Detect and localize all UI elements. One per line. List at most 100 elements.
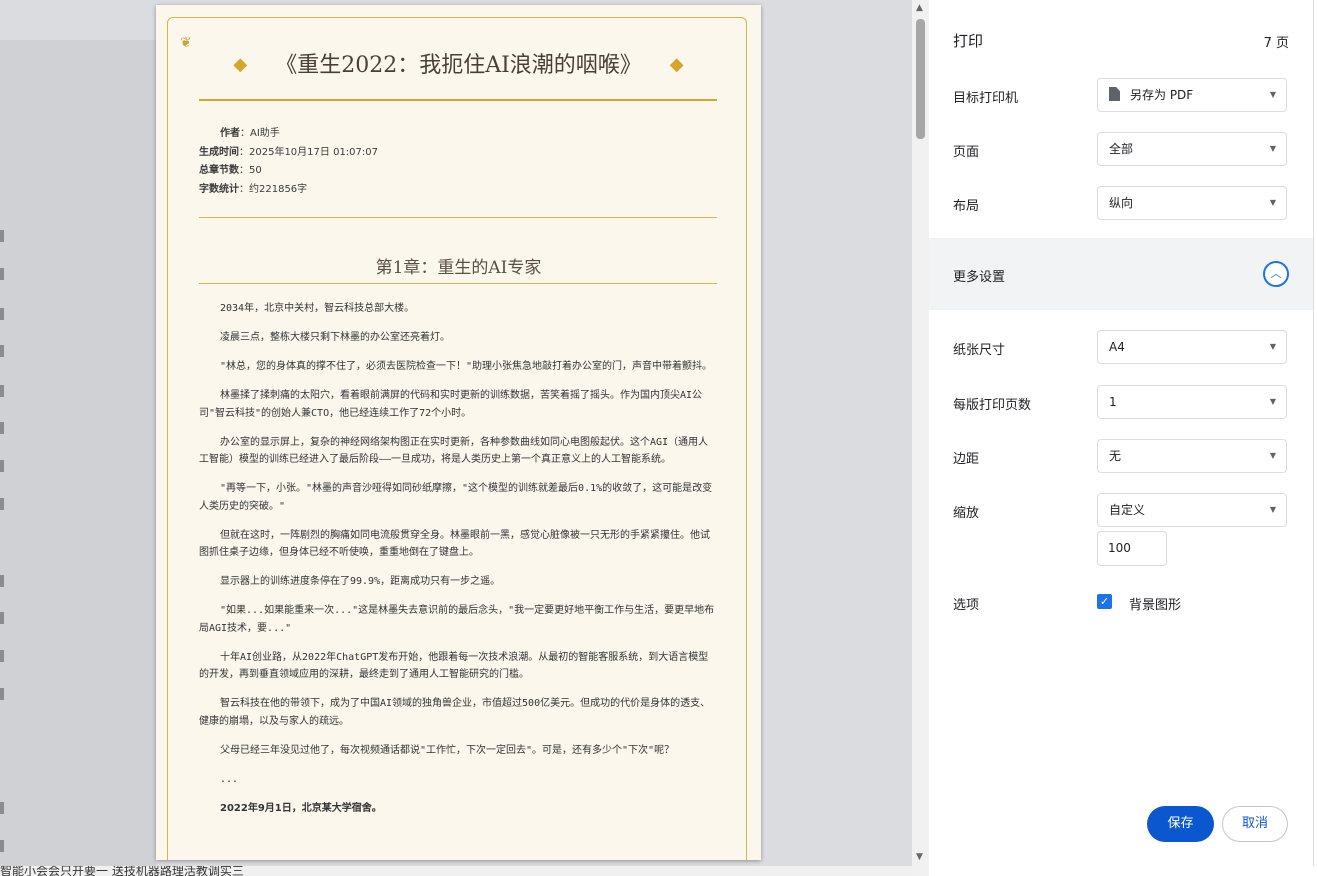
options-label: 选项 — [953, 598, 980, 613]
layout-value: 纵向 — [1109, 196, 1134, 210]
chapter-divider — [199, 283, 717, 284]
meta-value: 2025年10月17日 01:07:07 — [249, 146, 378, 158]
pages-label: 页面 — [953, 145, 980, 160]
meta-key: 生成时间 — [199, 146, 239, 158]
meta-value: AI助手 — [250, 128, 280, 139]
paragraph: ... — [220, 773, 239, 785]
meta-separator: ： — [239, 165, 249, 176]
scale-value: 自定义 — [1109, 503, 1146, 517]
preview-scrollbar[interactable]: ▲ ▼ — [912, 0, 929, 876]
destination-label: 目标打印机 — [953, 91, 1019, 106]
chevron-down-icon: ▼ — [1269, 505, 1276, 514]
meta-separator: ： — [239, 146, 249, 158]
chevron-down-icon: ▼ — [1269, 397, 1276, 406]
title-divider — [199, 99, 717, 101]
chevron-down-icon: ▼ — [1269, 90, 1276, 99]
edge-mark — [0, 230, 4, 242]
paper-size-value: A4 — [1109, 340, 1125, 354]
meta-row: 生成时间：2025年10月17日 01:07:07 — [199, 144, 378, 163]
destination-value: 另存为 PDF — [1130, 88, 1194, 102]
meta-value: 50 — [249, 165, 262, 176]
edge-mark — [0, 268, 4, 280]
layout-label: 布局 — [953, 199, 980, 214]
scroll-thumb[interactable] — [916, 19, 925, 139]
pages-select[interactable]: 全部 ▼ — [1097, 132, 1287, 166]
paragraph: 林墨揉了揉刺痛的太阳穴，看着眼前满屏的代码和实时更新的训练数据，苦笑着摇了摇头。… — [199, 390, 703, 419]
meta-key: 总章节数 — [199, 165, 239, 176]
page-count: 7 页 — [1263, 36, 1289, 51]
underlying-page-text: 智能小会会只开要一 送技机器路理活教调实三 — [0, 866, 912, 876]
cancel-button[interactable]: 取消 — [1222, 806, 1288, 842]
margins-label: 边距 — [953, 452, 980, 467]
pages-per-sheet-select[interactable]: 1 ▼ — [1097, 385, 1287, 419]
destination-select[interactable]: 另存为 PDF ▼ — [1097, 78, 1287, 112]
scroll-up-icon[interactable]: ▲ — [916, 3, 923, 13]
diamond-icon: ◆ — [233, 54, 248, 75]
meta-row: 字数统计：约221856字 — [199, 181, 378, 200]
edge-mark — [0, 498, 4, 510]
meta-divider — [199, 217, 717, 218]
paragraph: 办公室的显示屏上，复杂的神经网络架构图正在实时更新，各种参数曲线如同心电图般起伏… — [199, 436, 709, 466]
scene-heading: 2022年9月1日，北京某大学宿舍。 — [220, 802, 382, 814]
document-title: ◆ 《重生2022：我扼住AI浪潮的咽喉》 ◆ — [156, 47, 761, 79]
more-settings-toggle[interactable]: 更多设置 ︿ — [929, 238, 1313, 310]
paper-size-select[interactable]: A4 ▼ — [1097, 330, 1287, 364]
pages-value: 全部 — [1109, 142, 1134, 156]
meta-row: 作者：AI助手 — [199, 125, 378, 144]
edge-mark — [0, 650, 4, 662]
layout-select[interactable]: 纵向 ▼ — [1097, 186, 1287, 220]
document-title-text: 《重生2022：我扼住AI浪潮的咽喉》 — [275, 53, 642, 78]
edge-mark — [0, 385, 4, 397]
meta-key: 作者 — [220, 128, 240, 139]
save-button[interactable]: 保存 — [1147, 806, 1214, 842]
edge-mark — [0, 422, 4, 434]
margins-select[interactable]: 无 ▼ — [1097, 439, 1287, 473]
chevron-down-icon: ▼ — [1269, 451, 1276, 460]
scale-label: 缩放 — [953, 506, 980, 521]
paragraph: 显示器上的训练进度条停在了99.9%，距离成功只有一步之遥。 — [220, 576, 501, 587]
print-settings-panel: 打印 7 页 目标打印机 另存为 PDF ▼ 页面 全部 ▼ 布局 纵向 ▼ 更… — [929, 0, 1314, 866]
margins-value: 无 — [1109, 449, 1122, 463]
paragraph: 智云科技在他的带领下，成为了中国AI领域的独角兽企业，市值超过500亿美元。但成… — [199, 698, 711, 727]
meta-separator: ： — [239, 183, 249, 195]
scale-select[interactable]: 自定义 ▼ — [1097, 493, 1287, 527]
panel-title: 打印 — [953, 32, 984, 50]
paragraph: 十年AI创业路，从2022年ChatGPT发布开始，他跟着每一次技术浪潮。从最初… — [199, 651, 709, 681]
pages-per-sheet-label: 每版打印页数 — [953, 398, 1032, 413]
edge-mark — [0, 345, 4, 357]
edge-mark — [0, 308, 4, 320]
diamond-icon: ◆ — [669, 54, 684, 75]
print-preview-page: ❦ ◆ 《重生2022：我扼住AI浪潮的咽喉》 ◆ 作者：AI助手 生成时间：2025… — [156, 5, 761, 860]
pages-per-sheet-value: 1 — [1109, 395, 1117, 409]
meta-value: 约221856字 — [249, 183, 308, 195]
edge-mark — [0, 460, 4, 472]
paragraph: "如果...如果能重来一次..."这是林墨失去意识前的最后念头，"我一定要更好地… — [199, 605, 715, 634]
document-meta: 作者：AI助手 生成时间：2025年10月17日 01:07:07 总章节数：50 字… — [199, 125, 378, 199]
background-graphics-label[interactable]: 背景图形 — [1129, 594, 1181, 613]
chapter-body: 2034年，北京中关村，智云科技总部大楼。凌晨三点，整栋大楼只剩下林墨的办公室还… — [199, 300, 717, 829]
more-settings-label: 更多设置 — [953, 270, 1006, 285]
chevron-down-icon: ▼ — [1269, 198, 1276, 207]
edge-mark — [0, 840, 4, 852]
edge-mark — [0, 575, 4, 587]
paragraph: "再等一下，小张。"林墨的声音沙哑得如同砂纸摩擦，"这个模型的训练就差最后0.1… — [199, 483, 713, 512]
scroll-down-icon[interactable]: ▼ — [916, 852, 923, 862]
chevron-down-icon: ▼ — [1269, 144, 1276, 153]
chevron-up-icon[interactable]: ︿ — [1263, 261, 1289, 287]
chevron-down-icon: ▼ — [1269, 342, 1276, 351]
paragraph: 凌晨三点，整栋大楼只剩下林墨的办公室还亮着灯。 — [220, 332, 450, 343]
edge-mark — [0, 688, 4, 700]
paragraph: 2034年，北京中关村，智云科技总部大楼。 — [220, 303, 415, 314]
document-icon — [1109, 87, 1120, 101]
edge-mark — [0, 612, 4, 624]
chapter-title: 第1章：重生的AI专家 — [375, 258, 542, 278]
underlying-page — [0, 40, 156, 870]
paragraph: "林总，您的身体真的撑不住了，必须去医院检查一下！"助理小张焦急地敲打着办公室的… — [220, 361, 713, 372]
meta-row: 总章节数：50 — [199, 162, 378, 181]
meta-key: 字数统计 — [199, 183, 239, 195]
background-graphics-checkbox[interactable]: ✓ — [1097, 594, 1112, 609]
paragraph: 父母已经三年没见过他了，每次视频通话都说"工作忙，下次一定回去"。可是，还有多少… — [220, 744, 675, 756]
scale-input[interactable]: 100 — [1097, 531, 1167, 566]
paper-size-label: 纸张尺寸 — [953, 343, 1006, 358]
edge-mark — [0, 802, 4, 814]
